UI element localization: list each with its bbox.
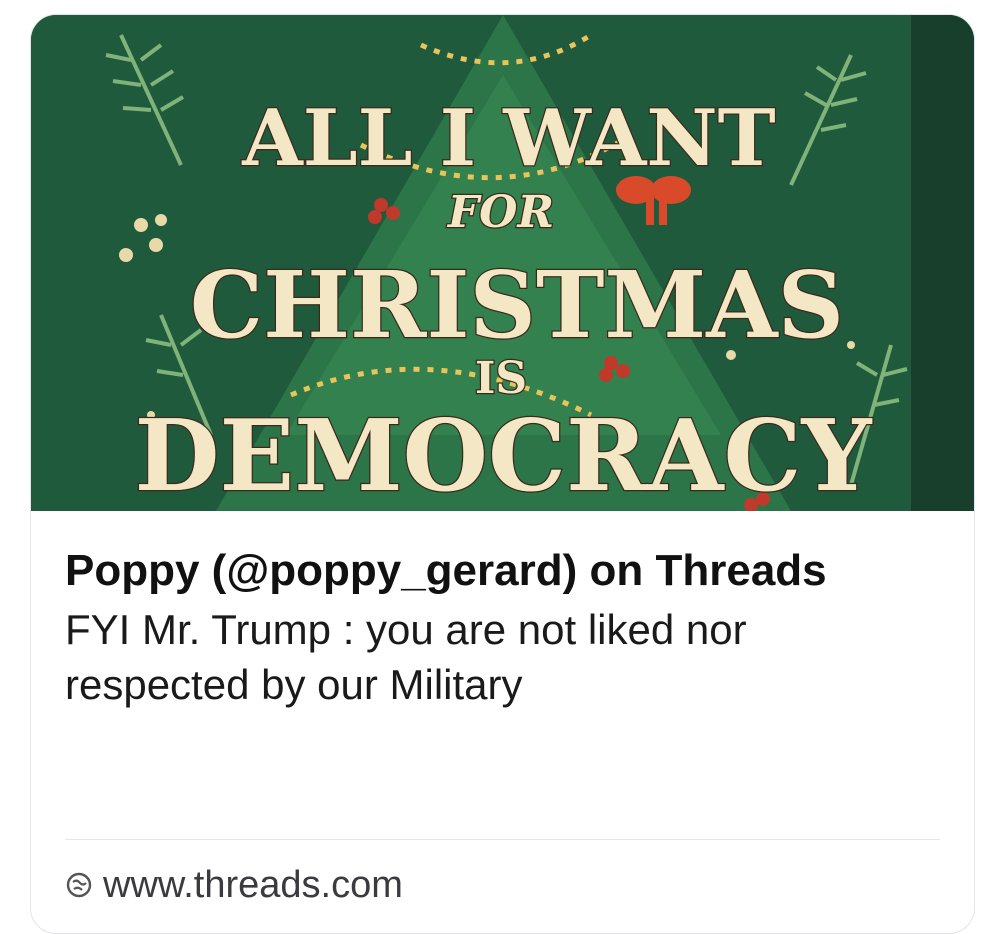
divider xyxy=(65,839,940,840)
link-meta: Poppy (@poppy_gerard) on Threads FYI Mr.… xyxy=(65,543,940,712)
preview-image[interactable]: ALL I WANT FOR CHRISTMAS IS DEMOCRACY xyxy=(31,15,974,511)
link-preview-card[interactable]: ALL I WANT FOR CHRISTMAS IS DEMOCRACY Po… xyxy=(30,14,975,934)
preview-art: ALL I WANT FOR CHRISTMAS IS DEMOCRACY xyxy=(31,15,974,511)
link-title[interactable]: Poppy (@poppy_gerard) on Threads xyxy=(65,543,940,598)
art-line-4: IS xyxy=(475,353,527,404)
art-line-1: ALL I WANT xyxy=(241,93,775,184)
link-description: FYI Mr. Trump : you are not liked nor re… xyxy=(65,606,747,708)
link-source[interactable]: www.threads.com xyxy=(65,861,403,909)
art-line-5: DEMOCRACY xyxy=(135,399,873,511)
art-line-3: CHRISTMAS xyxy=(190,251,844,359)
globe-icon xyxy=(65,871,93,899)
art-line-2: FOR xyxy=(446,187,554,238)
link-domain: www.threads.com xyxy=(103,864,403,906)
